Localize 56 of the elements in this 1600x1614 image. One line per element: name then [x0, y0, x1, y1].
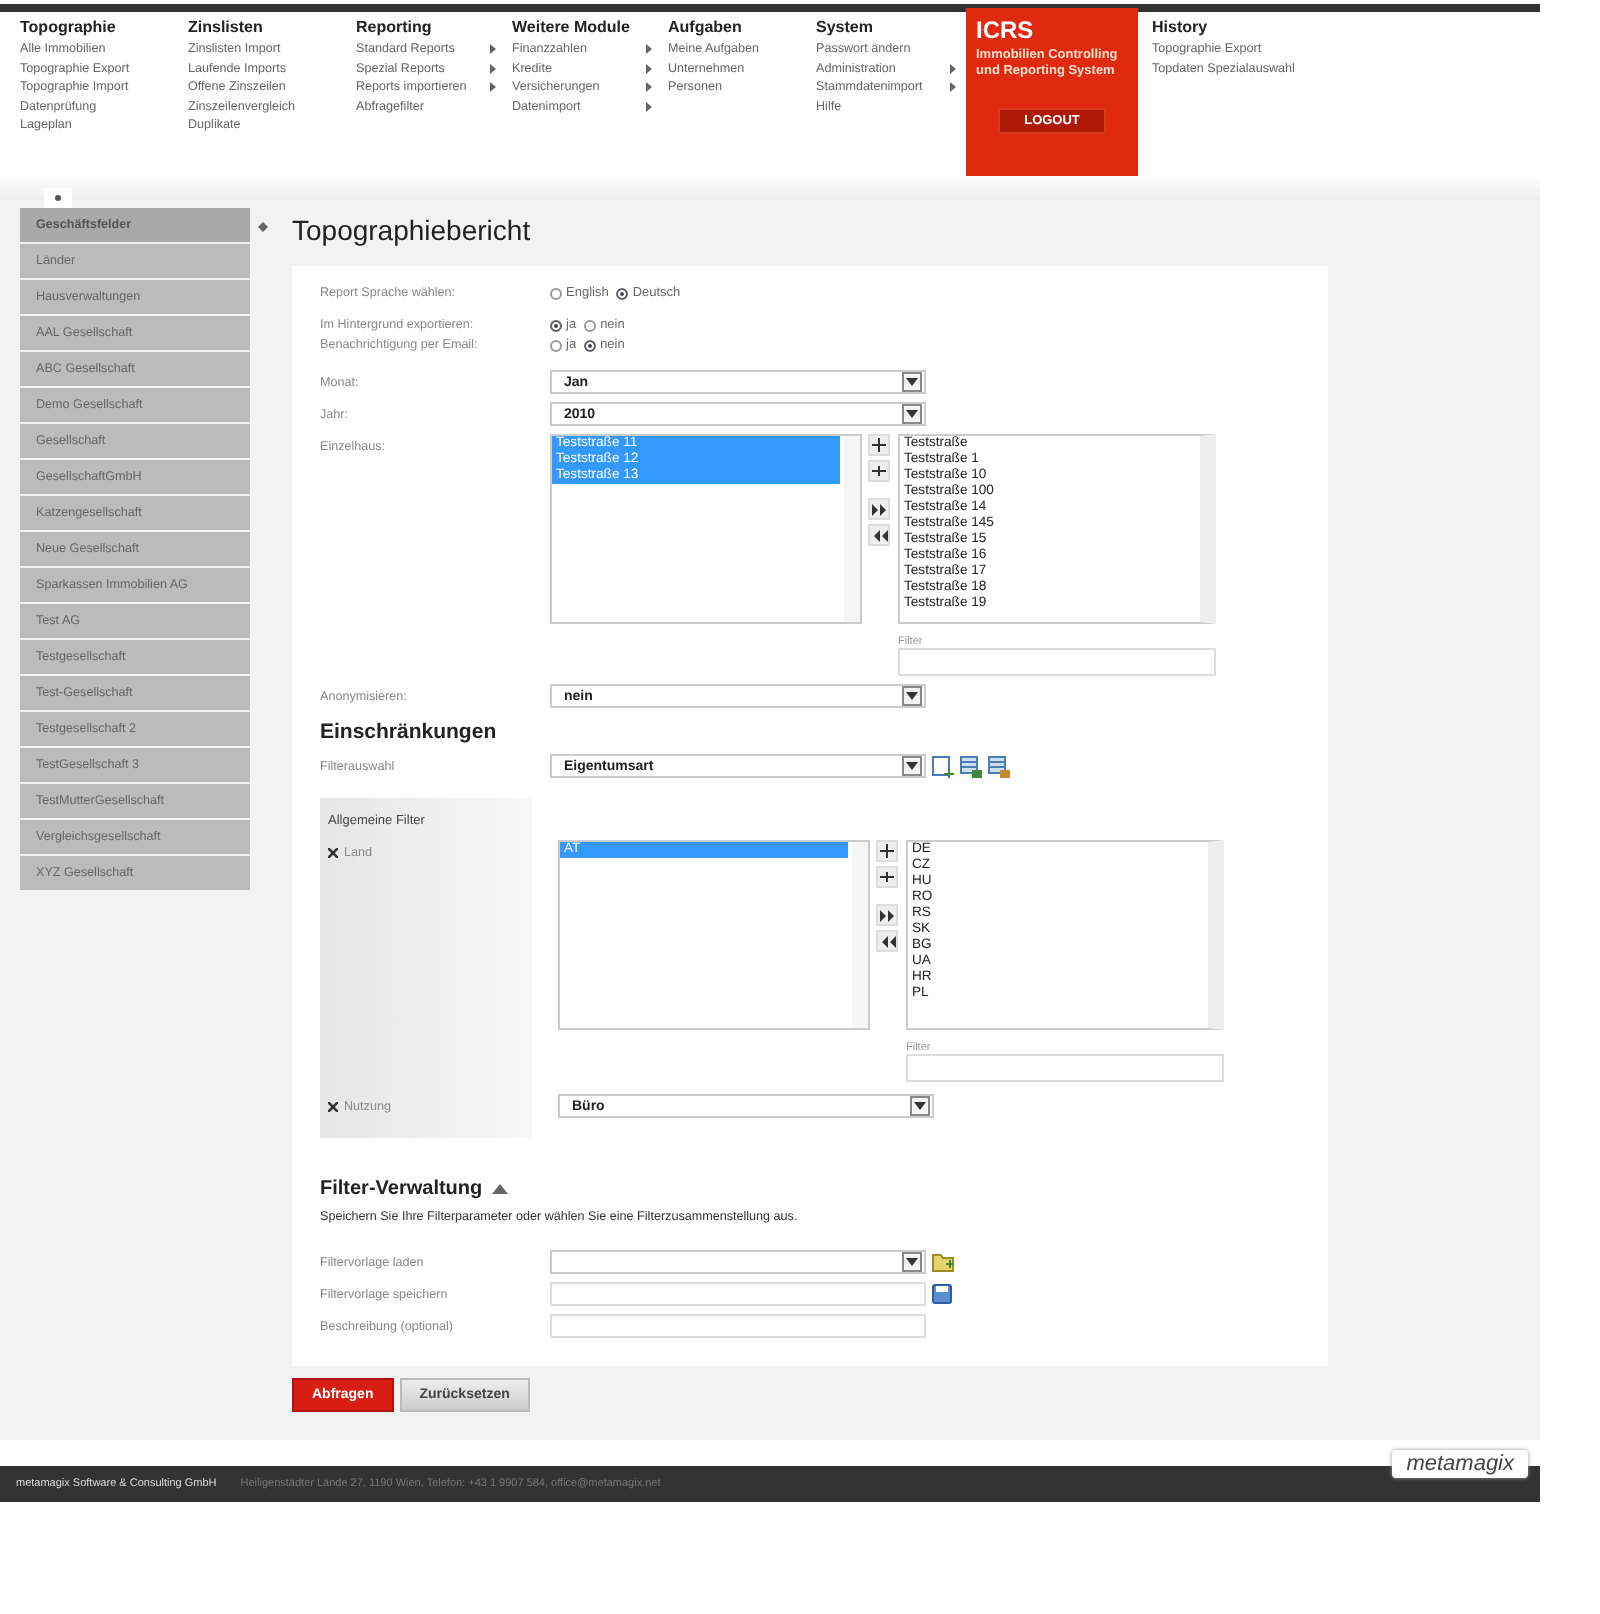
- text-input[interactable]: [550, 1282, 926, 1306]
- caret-icon: [914, 1102, 926, 1110]
- menu-title[interactable]: Aufgaben: [668, 18, 816, 36]
- caret-icon: [906, 762, 918, 770]
- remove-filter-icon[interactable]: [328, 1102, 338, 1112]
- folder-icon[interactable]: [932, 1252, 954, 1272]
- table-icon[interactable]: [960, 756, 982, 778]
- filter-input[interactable]: [898, 648, 1216, 676]
- radio-button[interactable]: [584, 319, 597, 331]
- collapse-icon[interactable]: [258, 222, 268, 232]
- menu-title[interactable]: Topographie: [20, 18, 188, 36]
- dropdown-button[interactable]: [910, 1096, 930, 1116]
- dropdown-button[interactable]: [902, 1252, 922, 1272]
- add-all-button[interactable]: [868, 498, 890, 520]
- menu-title[interactable]: Weitere Module: [512, 18, 668, 36]
- dropdown-field[interactable]: [550, 1250, 926, 1274]
- menu-title[interactable]: Zinslisten: [188, 18, 356, 36]
- radio-button[interactable]: [550, 287, 562, 299]
- remove-all-button[interactable]: [876, 930, 898, 952]
- collapse-caret-icon[interactable]: [492, 1184, 509, 1194]
- logo: metamagix: [1392, 1450, 1528, 1478]
- save-icon[interactable]: [932, 1284, 952, 1304]
- caret-icon: [906, 1258, 918, 1266]
- caret-icon: [906, 692, 918, 700]
- text-input[interactable]: [550, 1314, 926, 1338]
- menu-title: History: [1152, 18, 1210, 36]
- add-filter-icon[interactable]: [932, 756, 954, 778]
- add-button[interactable]: [868, 434, 890, 456]
- section-heading: Filter-Verwaltung: [320, 1178, 483, 1200]
- radio-button[interactable]: [616, 287, 629, 299]
- scrollbar[interactable]: [852, 842, 868, 1028]
- dropdown-button[interactable]: [902, 756, 922, 776]
- section-heading: Einschränkungen: [320, 720, 499, 744]
- radio-button[interactable]: [550, 319, 562, 331]
- app-title: ICRS: [976, 16, 1036, 44]
- dropdown-button[interactable]: [902, 404, 922, 424]
- table-icon[interactable]: [988, 756, 1010, 778]
- dropdown-button[interactable]: [902, 372, 922, 392]
- add-button[interactable]: [876, 840, 898, 862]
- tab[interactable]: [44, 188, 72, 208]
- scrollbar[interactable]: [844, 436, 860, 622]
- menu-title[interactable]: Reporting: [356, 18, 512, 36]
- remove-button[interactable]: [868, 460, 890, 482]
- dropdown-button[interactable]: [902, 686, 922, 706]
- page-title: Topographiebericht: [292, 214, 533, 246]
- remove-all-button[interactable]: [868, 524, 890, 546]
- dot-icon: [54, 194, 62, 202]
- filter-input[interactable]: [906, 1054, 1224, 1082]
- caret-icon: [906, 410, 918, 418]
- add-all-button[interactable]: [876, 904, 898, 926]
- caret-icon: [906, 378, 918, 386]
- radio-button[interactable]: [584, 339, 597, 351]
- radio-button[interactable]: [550, 339, 562, 351]
- remove-button[interactable]: [876, 866, 898, 888]
- remove-filter-icon[interactable]: [328, 848, 338, 858]
- menu-title[interactable]: System: [816, 18, 966, 36]
